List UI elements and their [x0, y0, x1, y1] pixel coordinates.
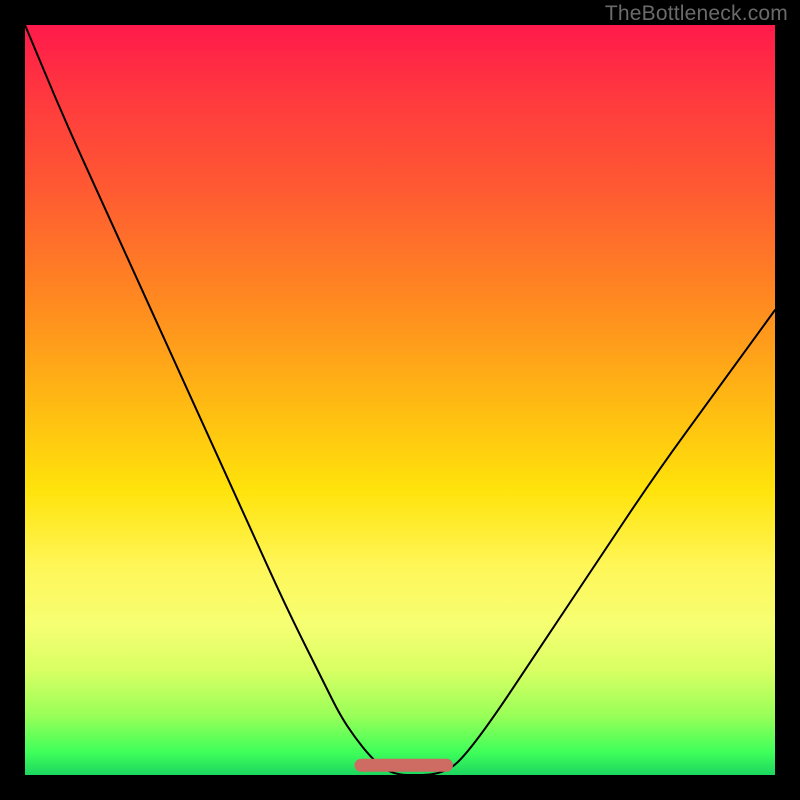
optimal-zone-highlight — [355, 759, 453, 771]
curve-plot — [25, 25, 775, 775]
bottleneck-curve — [25, 25, 775, 775]
watermark-text: TheBottleneck.com — [605, 2, 788, 26]
chart-frame: TheBottleneck.com — [0, 0, 800, 800]
plot-area — [25, 25, 775, 775]
